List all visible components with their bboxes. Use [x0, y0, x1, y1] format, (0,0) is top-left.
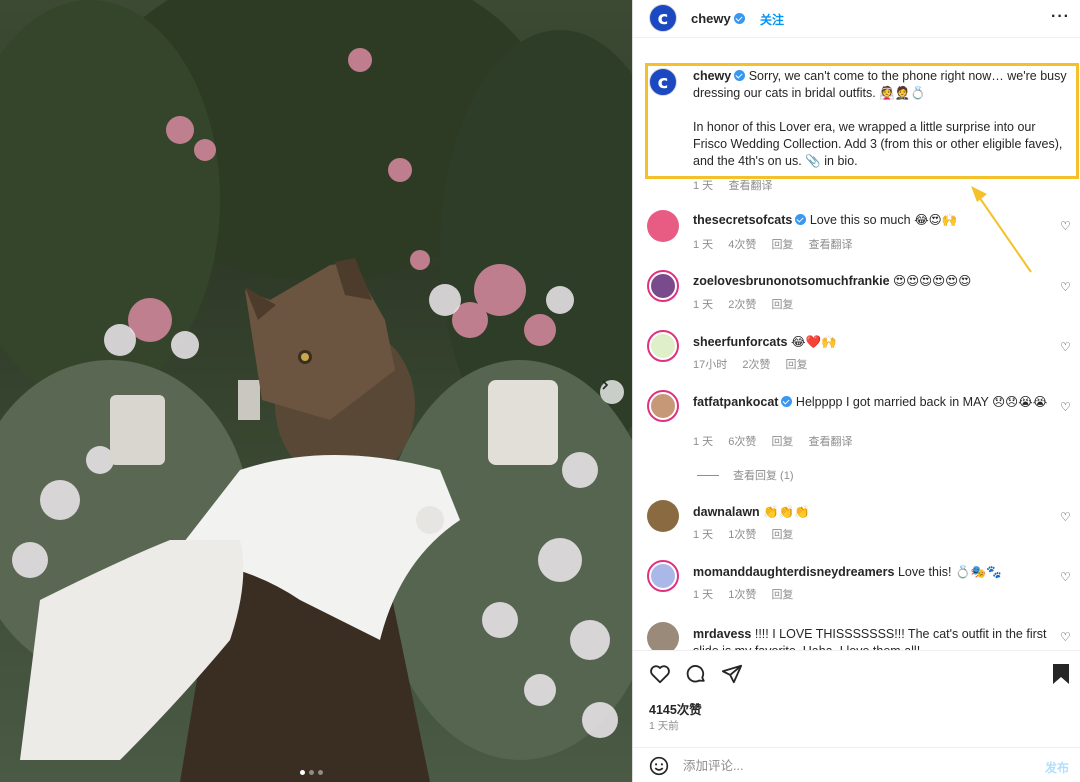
post-header: c chewy 关注 ···: [633, 0, 1080, 38]
heart-icon[interactable]: ♡: [1060, 630, 1071, 644]
verified-icon: [795, 214, 807, 225]
carousel-dot: [309, 770, 314, 775]
heart-icon[interactable]: [649, 663, 671, 685]
share-icon[interactable]: [721, 663, 743, 685]
comment-avatar[interactable]: [647, 210, 679, 242]
heart-icon[interactable]: ♡: [1060, 340, 1071, 354]
caption-text: chewy Sorry, we can't come to the phone …: [693, 69, 1067, 168]
caption-meta: 1 天 查看翻译: [693, 180, 773, 192]
chewy-avatar[interactable]: c: [649, 4, 677, 32]
arrow-annotation-icon: [971, 186, 1032, 273]
action-bar: 4145次赞 1 天前 发布: [633, 650, 1080, 782]
cat-wedding-photo: [0, 0, 632, 782]
comment-avatar[interactable]: [647, 390, 679, 422]
view-replies-button[interactable]: 查看回复 (1): [697, 467, 794, 483]
comment-avatar[interactable]: [647, 500, 679, 532]
likes-count[interactable]: 4145次赞: [649, 699, 702, 718]
comment-avatar[interactable]: [647, 270, 679, 302]
carousel-dot: [300, 770, 305, 775]
post-panel: c chewy 关注 ··· c chewy Sorry, we can't c…: [632, 0, 1080, 782]
carousel-dot: [318, 770, 323, 775]
comments-list[interactable]: c chewy Sorry, we can't come to the phon…: [633, 60, 1080, 650]
verified-icon: [734, 70, 746, 81]
chevron-right-icon: [602, 380, 609, 390]
more-icon[interactable]: ···: [1051, 8, 1070, 26]
heart-icon[interactable]: ♡: [1060, 570, 1071, 584]
heart-icon[interactable]: ♡: [1060, 400, 1071, 414]
next-image-button[interactable]: [600, 380, 624, 404]
post-media[interactable]: [0, 0, 632, 782]
comment-avatar[interactable]: [647, 622, 679, 650]
add-comment-bar: 发布: [633, 747, 1080, 782]
carousel-dots: [300, 770, 323, 775]
follow-button[interactable]: 关注: [760, 11, 784, 28]
comment-icon[interactable]: [685, 663, 707, 685]
verified-icon: [781, 396, 793, 407]
emoji-icon[interactable]: [649, 756, 669, 776]
post-comment-button[interactable]: 发布: [1045, 759, 1069, 776]
comment-avatar[interactable]: [647, 560, 679, 592]
heart-icon[interactable]: ♡: [1060, 280, 1071, 294]
bookmark-icon[interactable]: [1051, 663, 1071, 685]
post-date: 1 天前: [649, 720, 679, 732]
comment-avatar[interactable]: [647, 330, 679, 362]
comment-input[interactable]: [683, 757, 1023, 775]
header-username[interactable]: chewy: [691, 11, 745, 26]
verified-icon: [733, 13, 745, 24]
heart-icon[interactable]: ♡: [1060, 510, 1071, 524]
heart-icon[interactable]: ♡: [1060, 219, 1071, 233]
